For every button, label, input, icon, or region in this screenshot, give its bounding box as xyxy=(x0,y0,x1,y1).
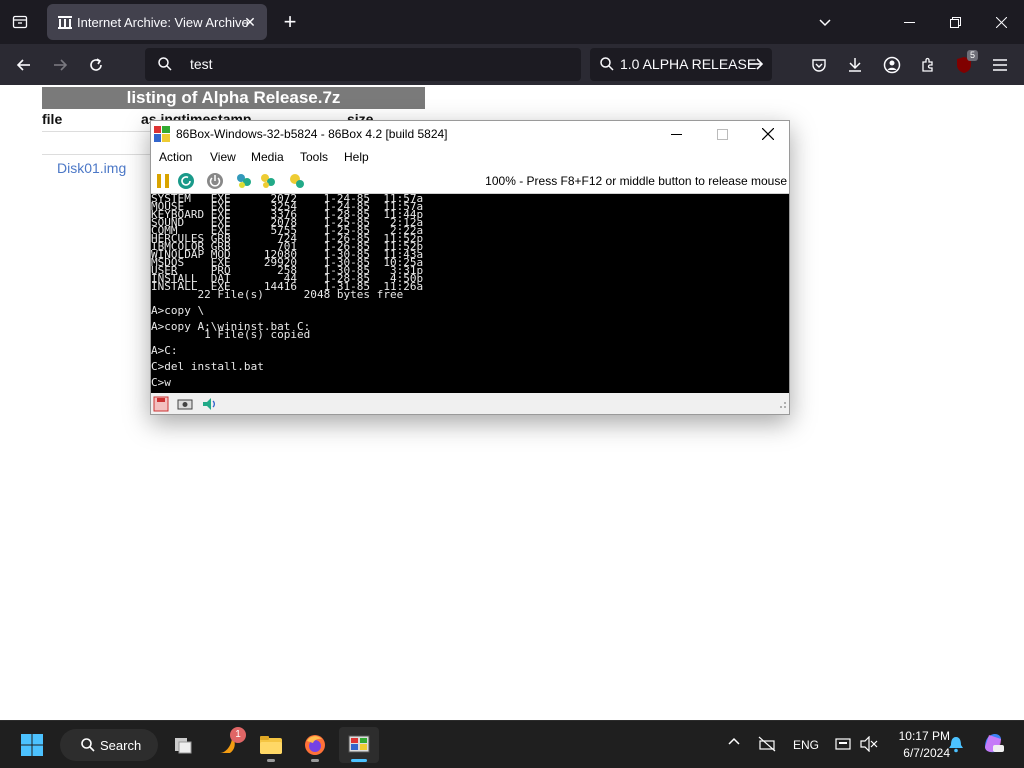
86box-toolbar: 100% - Press F8+F12 or middle button to … xyxy=(151,167,789,194)
extensions-icon[interactable] xyxy=(912,49,944,81)
terminal-line: 22 File(s) 2048 bytes free xyxy=(151,289,404,301)
86box-window-title: 86Box-Windows-32-b5824 - 86Box 4.2 [buil… xyxy=(176,127,448,141)
terminal-line: A>C: xyxy=(151,345,178,357)
86box-status-bar xyxy=(151,393,789,414)
86box-minimize-icon[interactable] xyxy=(653,121,699,147)
copilot-icon[interactable] xyxy=(981,731,1005,758)
notification-bell-icon[interactable] xyxy=(948,735,964,756)
ctrl-alt-esc-icon[interactable] xyxy=(258,171,278,191)
url-bar-text: test xyxy=(190,56,213,72)
tab-title: Internet Archive: View Archive xyxy=(77,15,249,30)
terminal-line: A>copy \ xyxy=(151,305,205,317)
find-in-page-bar[interactable]: 1.0 ALPHA RELEASE xyxy=(590,48,772,81)
running-indicator xyxy=(311,759,319,762)
task-view-icon[interactable] xyxy=(163,727,203,763)
86box-close-icon[interactable] xyxy=(745,121,791,147)
clock-date: 6/7/2024 xyxy=(903,746,950,760)
browser-tab[interactable]: Internet Archive: View Archive ✕ xyxy=(47,4,267,40)
notification-badge: 1 xyxy=(230,727,246,743)
power-icon[interactable] xyxy=(205,171,225,191)
forward-arrow-icon[interactable] xyxy=(44,49,76,81)
taskbar-clock[interactable]: 10:17 PM 6/7/2024 xyxy=(880,728,950,762)
search-bar-text: 1.0 ALPHA RELEASE xyxy=(620,56,757,72)
pause-icon[interactable] xyxy=(153,171,173,191)
floppy-drive-icon[interactable] xyxy=(153,396,169,412)
search-icon xyxy=(157,56,173,75)
terminal-line: C>del install.bat xyxy=(151,361,264,373)
extension-badge: 5 xyxy=(966,50,978,61)
minimize-window-icon[interactable] xyxy=(886,0,932,44)
reload-icon[interactable] xyxy=(80,49,112,81)
row-divider xyxy=(42,154,152,155)
menu-view[interactable]: View xyxy=(210,150,236,164)
browser-tab-bar: Internet Archive: View Archive ✕ + xyxy=(0,0,1024,44)
86box-window[interactable]: 86Box-Windows-32-b5824 - 86Box 4.2 [buil… xyxy=(150,120,790,415)
86box-taskbar-icon[interactable] xyxy=(339,727,379,763)
86box-maximize-icon[interactable] xyxy=(699,121,745,147)
86box-menu-bar: Action View Media Tools Help xyxy=(151,147,789,167)
url-bar[interactable]: test xyxy=(145,48,581,81)
browser-nav-bar: test 1.0 ALPHA RELEASE 5 xyxy=(0,44,1024,85)
menu-help[interactable]: Help xyxy=(344,150,369,164)
emulated-dos-screen[interactable]: EGAMONO EXE 16432 1-30-85 8:25aSYSTEM EX… xyxy=(151,194,789,393)
restore-window-icon[interactable] xyxy=(932,0,978,44)
search-icon xyxy=(80,737,96,756)
new-tab-button[interactable]: + xyxy=(274,6,306,38)
listing-title: listing of Alpha Release.7z xyxy=(42,87,425,109)
terminal-line: 1 File(s) copied xyxy=(151,329,311,341)
clock-time: 10:17 PM xyxy=(898,729,950,743)
reset-icon[interactable] xyxy=(176,171,196,191)
downloads-icon[interactable] xyxy=(839,49,871,81)
archive-favicon-icon xyxy=(57,14,73,30)
firefox-view-icon[interactable] xyxy=(4,6,36,38)
account-icon[interactable] xyxy=(876,49,908,81)
volume-muted-icon[interactable] xyxy=(860,735,878,755)
ctrl-alt-del-icon[interactable] xyxy=(234,171,254,191)
show-hidden-icons-chevron-icon[interactable] xyxy=(727,735,741,750)
go-arrow-icon[interactable] xyxy=(748,54,764,77)
menu-action[interactable]: Action xyxy=(159,150,192,164)
ublock-origin-icon[interactable]: 5 xyxy=(948,49,980,81)
running-indicator xyxy=(267,759,275,762)
language-indicator[interactable]: ENG xyxy=(793,738,819,752)
86box-status-message: 100% - Press F8+F12 or middle button to … xyxy=(485,174,787,188)
settings-icon[interactable] xyxy=(287,171,307,191)
windows-taskbar: Search 1 ENG 10:17 PM 6/7/2024 xyxy=(0,720,1024,768)
list-all-tabs-icon[interactable] xyxy=(809,6,841,38)
input-method-icon[interactable] xyxy=(835,736,851,755)
resize-grip-icon[interactable] xyxy=(775,397,791,413)
file-explorer-icon[interactable] xyxy=(251,727,291,763)
sound-icon[interactable] xyxy=(201,396,217,412)
back-arrow-icon[interactable] xyxy=(8,49,40,81)
network-disconnected-icon[interactable] xyxy=(758,736,776,755)
file-link-disk01[interactable]: Disk01.img xyxy=(57,160,126,176)
column-header-file: file xyxy=(42,111,63,127)
tab-close-icon[interactable]: ✕ xyxy=(241,13,259,31)
taskbar-search-label: Search xyxy=(100,738,142,753)
menu-tools[interactable]: Tools xyxy=(300,150,328,164)
menu-hamburger-icon[interactable] xyxy=(984,49,1016,81)
header-divider xyxy=(42,131,152,132)
search-icon xyxy=(599,56,615,75)
dos-terminal-output: EGAMONO EXE 16432 1-30-85 8:25aSYSTEM EX… xyxy=(151,194,789,389)
widgets-icon[interactable]: 1 xyxy=(208,727,248,763)
menu-media[interactable]: Media xyxy=(251,150,284,164)
86box-app-icon xyxy=(154,126,170,142)
start-button-icon[interactable] xyxy=(12,727,52,763)
terminal-line: C>w xyxy=(151,377,171,389)
close-window-icon[interactable] xyxy=(978,0,1024,44)
hard-disk-icon[interactable] xyxy=(177,396,193,412)
firefox-taskbar-icon[interactable] xyxy=(295,727,335,763)
pocket-icon[interactable] xyxy=(803,49,835,81)
86box-title-bar[interactable]: 86Box-Windows-32-b5824 - 86Box 4.2 [buil… xyxy=(151,121,789,147)
taskbar-search[interactable]: Search xyxy=(60,729,158,761)
active-indicator xyxy=(351,759,367,762)
